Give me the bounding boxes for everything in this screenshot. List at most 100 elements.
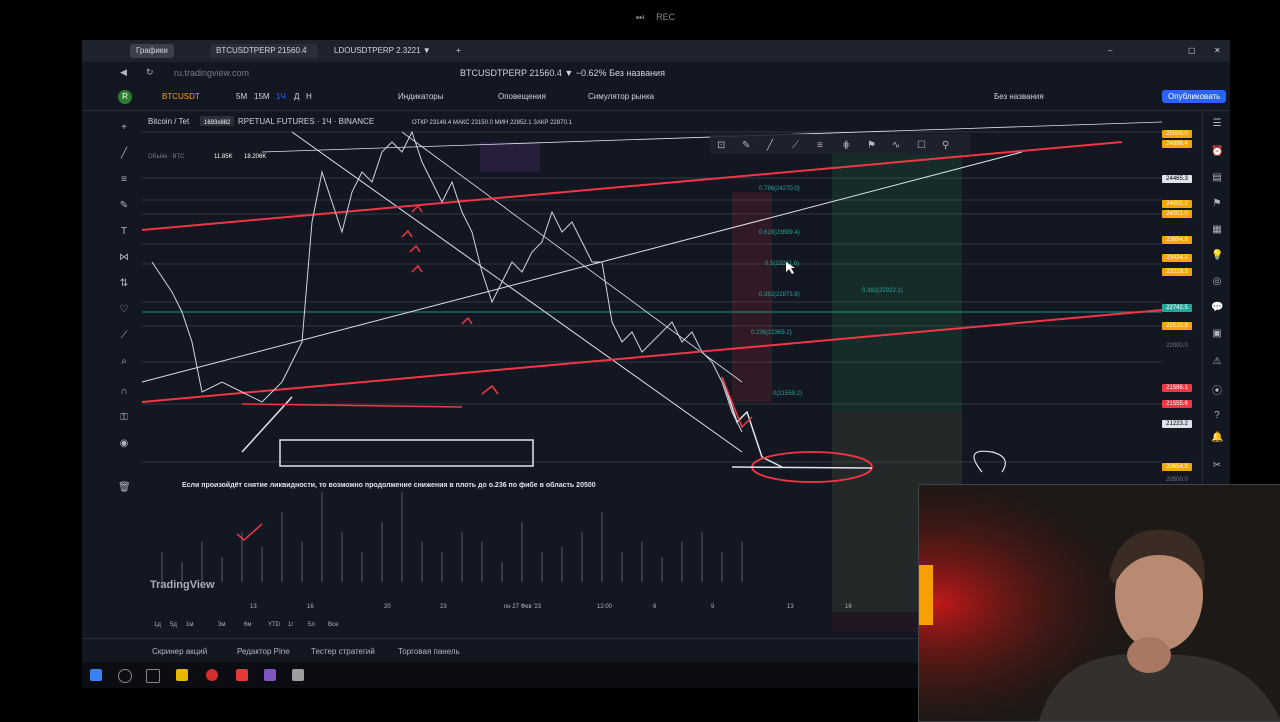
help-icon[interactable]: ? bbox=[1211, 410, 1223, 422]
prediction-icon[interactable]: ⇅ bbox=[118, 278, 130, 290]
tab-btcusdtperp[interactable]: BTCUSDTPERP 21560.4 bbox=[210, 44, 318, 58]
channel-icon[interactable]: ⋕ bbox=[842, 140, 850, 151]
range-all[interactable]: Все bbox=[328, 622, 339, 628]
line-tool-icon[interactable]: ╱ bbox=[766, 138, 774, 151]
chart-settings-icon[interactable]: ✂ bbox=[1211, 460, 1223, 472]
crosshair-icon[interactable]: + bbox=[118, 122, 130, 134]
hotlist-icon[interactable]: ⚑ bbox=[1211, 198, 1223, 210]
symbol-search[interactable]: BTCUSDT bbox=[162, 92, 200, 101]
new-tab-button[interactable]: + bbox=[450, 44, 467, 58]
tab-trading-panel[interactable]: Торговая панель bbox=[398, 647, 460, 656]
fib-tool-icon[interactable]: ≡ bbox=[817, 140, 823, 151]
interval-1h[interactable]: 1Ч bbox=[276, 92, 286, 101]
reload-icon[interactable]: ↻ bbox=[146, 67, 154, 78]
pattern-icon[interactable]: ⋈ bbox=[118, 252, 130, 264]
interval-w[interactable]: Н bbox=[306, 92, 312, 101]
back-icon[interactable]: ◀ bbox=[120, 67, 127, 78]
explorer-icon[interactable] bbox=[176, 669, 188, 681]
trash-icon[interactable]: 🗑 bbox=[118, 482, 131, 494]
ruler-icon[interactable]: ⟋ bbox=[118, 330, 130, 342]
x-tick: пн 27 Фев '23 bbox=[504, 604, 542, 610]
maximize-button[interactable]: ▢ bbox=[1182, 44, 1202, 58]
fib-label: 0.5(23281.6) bbox=[765, 261, 799, 267]
x-tick: 13 bbox=[250, 604, 257, 610]
fib-label: 0(21559.2) bbox=[773, 391, 802, 397]
ohlc-values: ОТКР 23148.4 МАКС 23150.0 МИН 22852.1 ЗА… bbox=[412, 120, 572, 126]
minimize-button[interactable]: – bbox=[1102, 44, 1118, 58]
youtube-icon[interactable] bbox=[236, 669, 248, 681]
notifications-icon[interactable]: ⚠ bbox=[1211, 356, 1223, 368]
opera-icon[interactable] bbox=[206, 669, 218, 681]
publish-button[interactable]: Опубликовать bbox=[1162, 90, 1227, 103]
tab-stock-screener[interactable]: Скринер акций bbox=[152, 647, 207, 656]
range-1y[interactable]: 1г bbox=[288, 622, 294, 628]
interval-5m[interactable]: 5M bbox=[236, 92, 247, 101]
tab-strategy-tester[interactable]: Тестер стратегий bbox=[311, 647, 375, 656]
tab-ldousdtperp[interactable]: LDOUSDTPERP 2.3221 ▼ bbox=[328, 44, 444, 58]
media-controls: ⏭ REC bbox=[636, 12, 675, 23]
interval-d[interactable]: Д bbox=[294, 92, 299, 101]
range-1m[interactable]: 1м bbox=[186, 622, 193, 628]
calendar2-icon[interactable]: ▣ bbox=[1211, 328, 1223, 340]
magnet-icon[interactable]: ∩ bbox=[118, 386, 130, 398]
streams-icon[interactable]: ◎ bbox=[1211, 276, 1223, 288]
ray-icon[interactable]: ⟋ bbox=[792, 140, 799, 151]
twitch-icon[interactable] bbox=[264, 669, 276, 681]
ideas-icon[interactable]: 💡 bbox=[1211, 250, 1223, 262]
range-5d[interactable]: 5д bbox=[170, 622, 177, 628]
trendline-icon[interactable]: ╱ bbox=[118, 148, 130, 160]
hide-drawings-icon[interactable]: ◉ bbox=[118, 438, 130, 450]
zoom-icon[interactable]: ⌕ bbox=[118, 356, 130, 368]
fib-label: 0.618(23689.4) bbox=[759, 230, 800, 236]
range-6m[interactable]: 6м bbox=[244, 622, 251, 628]
tab-pine-editor[interactable]: Редактор Pine bbox=[237, 647, 290, 656]
favorites-icon[interactable]: ♡ bbox=[118, 304, 130, 316]
data-window-icon[interactable]: ▤ bbox=[1211, 172, 1223, 184]
price-label: 22742.5 bbox=[1162, 304, 1192, 312]
flag-icon[interactable]: ⚑ bbox=[867, 140, 876, 151]
calendar-icon[interactable]: ▦ bbox=[1211, 224, 1223, 236]
url-text[interactable]: ru.tradingview.com bbox=[174, 68, 249, 78]
browser-tab-strip: Графики BTCUSDTPERP 21560.4 LDOUSDTPERP … bbox=[82, 40, 1230, 62]
task-view-icon[interactable] bbox=[146, 669, 160, 683]
range-1d[interactable]: 1д bbox=[154, 622, 161, 628]
broadcast-icon[interactable]: ⦿ bbox=[1211, 382, 1223, 397]
text-icon[interactable]: T bbox=[118, 226, 130, 238]
lock-drawings-icon[interactable]: ⚿ bbox=[118, 412, 130, 424]
price-label: 20654.9 bbox=[1162, 463, 1192, 471]
pin-icon[interactable]: ⚲ bbox=[942, 140, 949, 151]
skip-icon[interactable]: ⏭ bbox=[636, 12, 644, 23]
close-window-button[interactable]: ✕ bbox=[1208, 44, 1227, 58]
replay-button[interactable]: Симулятор рынка bbox=[588, 92, 654, 101]
avatar[interactable]: R bbox=[118, 90, 132, 104]
layout-name[interactable]: Без названия bbox=[994, 92, 1044, 101]
range-ytd[interactable]: YTD bbox=[268, 622, 281, 628]
alerts-clock-icon[interactable]: ⏰ bbox=[1211, 146, 1223, 158]
chat-icon[interactable]: 💬 bbox=[1211, 302, 1223, 314]
wave-icon[interactable]: ∿ bbox=[892, 140, 900, 151]
bell-icon[interactable]: 🔔 bbox=[1211, 432, 1223, 444]
chart-toolbar: R BTCUSDT 5M 15M 1Ч Д Н Индикаторы Опове… bbox=[82, 84, 1230, 111]
price-label: 21555.6 bbox=[1162, 400, 1192, 408]
pen-icon[interactable]: ✎ bbox=[742, 140, 750, 151]
start-icon[interactable] bbox=[90, 669, 102, 681]
search-icon[interactable] bbox=[118, 669, 132, 683]
interval-15m[interactable]: 15M bbox=[254, 92, 270, 101]
fib-label: 0.382(22873.8) bbox=[759, 292, 800, 298]
price-scale[interactable]: 25000.0 24896.4 24465.3 24002.2 24001.0 … bbox=[1160, 120, 1200, 540]
fib-icon[interactable]: ≡ bbox=[118, 174, 130, 186]
volume-value: 11.85K bbox=[214, 154, 233, 160]
price-label: 22510.8 bbox=[1162, 322, 1192, 330]
select-icon[interactable]: ⊡ bbox=[717, 140, 725, 151]
yandex-icon[interactable] bbox=[292, 669, 304, 681]
brush-icon[interactable]: ✎ bbox=[118, 200, 130, 212]
indicators-button[interactable]: Индикаторы bbox=[398, 92, 443, 101]
price-label: 24465.3 bbox=[1162, 175, 1192, 183]
note-icon[interactable]: ☐ bbox=[917, 140, 926, 151]
range-3m[interactable]: 3м bbox=[218, 622, 225, 628]
price-label: 23654.8 bbox=[1162, 236, 1192, 244]
alerts-button[interactable]: Оповещения bbox=[498, 92, 546, 101]
range-5y[interactable]: 5л bbox=[308, 622, 315, 628]
tab-charts[interactable]: Графики bbox=[130, 44, 174, 58]
watchlist-icon[interactable]: ☰ bbox=[1211, 118, 1223, 130]
